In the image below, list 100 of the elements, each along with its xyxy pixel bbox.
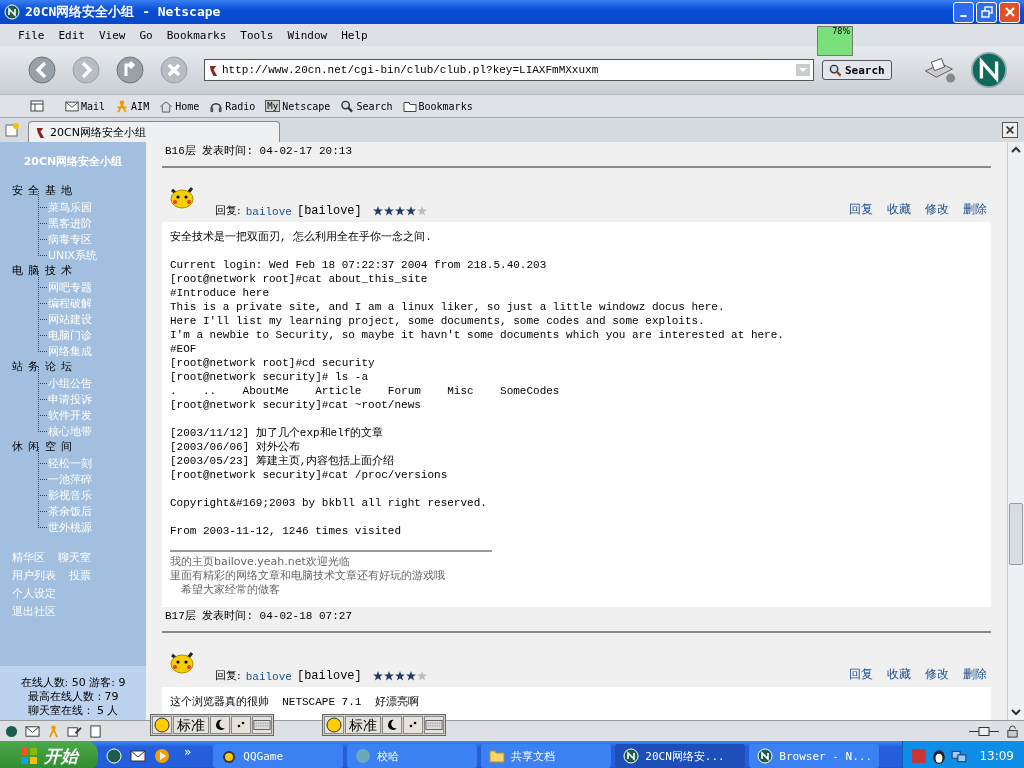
menu-item[interactable]: Help [341,28,368,42]
toolbar-link[interactable]: Search [337,99,396,113]
toolbar-link[interactable]: My Netscape [262,100,334,112]
post-text-line: I'm a newbie to Security, so maybe it havn't some documents which you are interested at here. [170,328,785,342]
username-link[interactable]: bailove [245,671,292,683]
address-input[interactable]: http://www.20cn.net/cgi-bin/club/club.pl?key=LIAXFmMXxuxm [222,64,793,76]
scrollbar[interactable] [1007,142,1024,720]
taskbar-button[interactable]: 20CN网络安... [615,744,746,768]
mail-icon[interactable] [25,724,40,738]
folder-icon [402,99,417,113]
search-icon [829,63,842,77]
post-text-line: [root@network security]# ls -a [170,370,370,384]
menu-item[interactable]: Edit [58,28,85,42]
star-icon [416,671,427,681]
toolbar-link[interactable]: Home [156,99,203,113]
address-book-icon[interactable] [88,724,103,738]
post-text-line: #Introduce here [170,286,271,300]
minimize-icon [960,15,967,17]
toolbar-link[interactable]: Bookmarks [399,99,476,113]
star-icon [394,671,405,681]
menu-item[interactable]: Go [139,28,153,42]
keyboard-icon[interactable] [252,716,272,734]
toolbar-link[interactable]: AIM [112,99,153,113]
menu-item[interactable]: File [18,28,45,42]
taskbar-button[interactable]: Browser - N... [749,744,880,768]
punctuation-icon[interactable] [231,716,251,734]
star-icon [394,206,405,216]
post-text-line: [root@network root]#cat about_this_site [170,272,429,286]
star-icon [383,671,394,681]
menu-item[interactable]: Tools [240,28,274,42]
username-link[interactable]: bailove [245,206,292,218]
star-icon [372,206,383,216]
avatar-icon [168,184,196,210]
post-action-link[interactable]: 修改 [925,201,949,218]
post-action-link[interactable]: 收藏 [887,201,911,218]
app-icon [355,748,372,764]
menu-item[interactable]: View [99,28,126,42]
maximize-button[interactable] [976,1,997,23]
close-button[interactable] [999,1,1020,23]
toolbar-link[interactable]: Mail [62,99,109,113]
site-title: 20CN网络安全小组 [22,154,124,170]
composer-icon[interactable] [67,724,82,738]
new-tab-icon[interactable] [4,122,20,138]
mail-icon[interactable] [130,748,146,764]
page-icon [35,125,46,139]
start-button[interactable]: 开始 [0,741,98,768]
more-button[interactable]: » [184,745,192,759]
media-player-icon[interactable] [154,748,170,764]
connection-icon [969,724,999,738]
menu-item[interactable]: Bookmarks [166,28,227,42]
star-icon [405,671,416,681]
moon-icon[interactable] [382,716,402,734]
post-action-link[interactable]: 删除 [963,666,987,683]
taskbar-button[interactable]: 校哈 [347,744,478,768]
taskbar-button[interactable]: QQGame [213,744,344,768]
signature-line: 里面有精彩的网络文章和电脑技术文章还有好玩的游戏哦 [170,569,446,583]
ime-logo-icon[interactable] [152,716,172,734]
section-heading: 电 脑 技 术 [11,263,75,279]
post-action-link[interactable]: 修改 [925,666,949,683]
post-text-line: This is a private site, and I am a linux liker, so just a little windowz docus here. [170,300,726,314]
moon-icon[interactable] [210,716,230,734]
punctuation-icon[interactable] [403,716,423,734]
menu-item[interactable]: Window [287,28,328,42]
netscape-logo-icon[interactable] [969,51,1008,89]
post-action-link[interactable]: 删除 [963,201,987,218]
search-button[interactable]: Search [822,60,892,80]
section-heading: 站 务 论 坛 [11,359,75,375]
post-action-link[interactable]: 收藏 [887,666,911,683]
running-man-icon [115,99,130,113]
ime-mode-button[interactable]: 标准 [345,716,381,734]
scrollbar-thumb[interactable] [1009,503,1023,565]
taskbar-button[interactable]: 共享文档 [481,744,612,768]
post-meta: B16层 发表时间: 04-02-17 20:13 [164,144,354,159]
post-action-link[interactable]: 回复 [849,666,873,683]
ime-logo-icon[interactable] [324,716,344,734]
toolbar-link[interactable]: Radio [206,99,259,113]
memory-meter: 78% [817,26,853,56]
keyboard-icon[interactable] [424,716,444,734]
post-text-line: Copyright&#169;2003 by bkbll all right reserved. [170,496,488,510]
post-text-line: Current login: Wed Feb 18 07:22:37 2004 from 218.5.40.203 [170,258,548,272]
address-field[interactable]: http://www.20cn.net/cgi-bin/club/club.pl?key=LIAXFmMXxuxm [204,59,814,81]
close-tab-button[interactable] [1002,122,1018,138]
minimize-button[interactable] [953,1,974,23]
reply-label: 回复: [215,203,241,218]
post-text-line: [2003/11/12] 加了几个exp和elf的文章 [170,426,385,440]
page-icon [208,63,219,77]
post-text-line: [root@network root]#cd security [170,356,376,370]
search-icon [340,99,355,113]
post-action-link[interactable]: 回复 [849,201,873,218]
post-text-line: 安全技术是一把双面刃, 怎么利用全在乎你一念之间. [170,230,433,244]
signature-line: 希望大家经常的做客 [180,583,281,597]
penguin-icon[interactable] [931,748,948,764]
user-nickname: [bailove] [296,669,362,683]
browser-tab[interactable]: 20CN网络安全小组 [28,121,280,142]
ime-mode-button[interactable]: 标准 [173,716,209,734]
sidebar-toggle-icon[interactable] [30,100,46,112]
section-heading: 安 全 基 地 [11,183,75,199]
post-text-line: [2003/06/06] 对外公布 [170,440,301,454]
post-text-line: 这个浏览器真的很帅 NETSCAPE 7.1 好漂亮啊 [170,695,420,709]
network-icon[interactable] [951,748,968,764]
